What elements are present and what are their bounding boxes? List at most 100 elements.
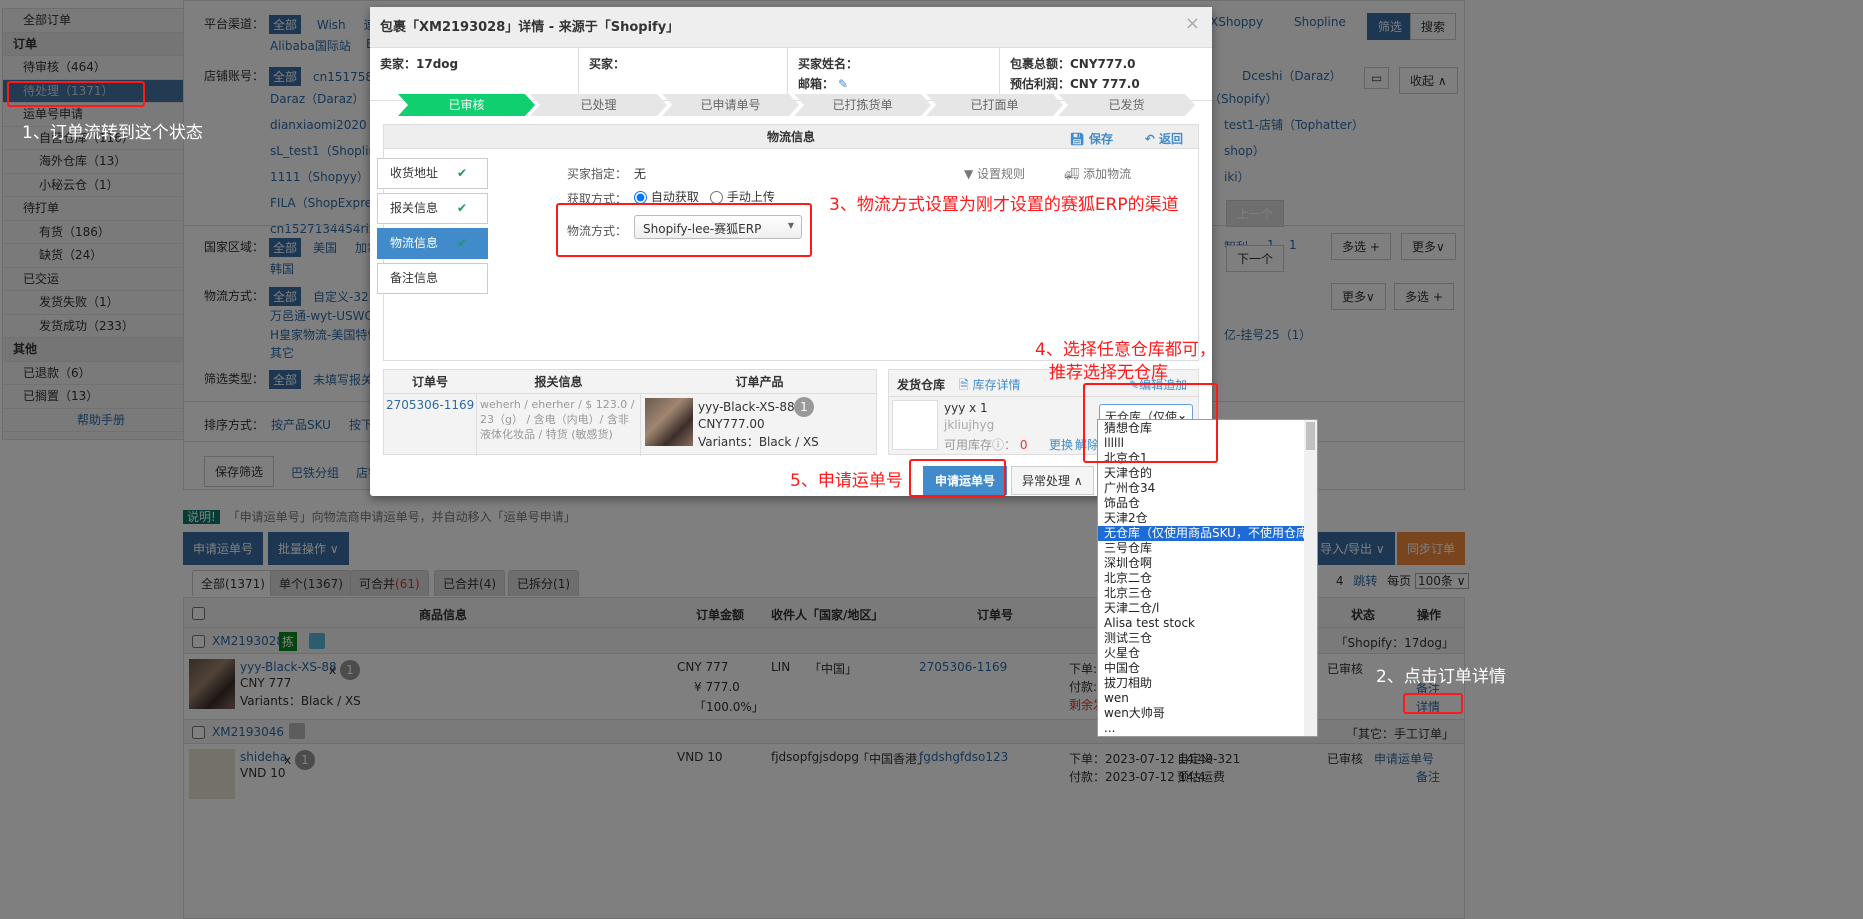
highlight-box: [556, 203, 812, 257]
product-price: CNY777.00: [698, 417, 765, 431]
stock-value: 0: [1019, 438, 1028, 452]
side-tab-0[interactable]: 收货地址 ✔: [377, 158, 488, 189]
side-tab-3[interactable]: 备注信息: [377, 263, 488, 294]
dropdown-option[interactable]: 测试三仓: [1098, 631, 1317, 646]
buyer: 买家：: [589, 57, 626, 71]
dropdown-option[interactable]: 无仓库（仅使用商品SKU，不使用仓库）: [1098, 526, 1317, 541]
document-icon: 🗎: [959, 378, 973, 392]
highlight-box: [1083, 383, 1218, 463]
col-order-no: 订单号: [384, 370, 476, 394]
side-tab-label: 报关信息: [390, 201, 439, 215]
modal-order-table: 订单号 报关信息 订单产品 2705306-1169 weherh / eher…: [383, 369, 878, 456]
stock-label: 可用库存: [944, 438, 993, 452]
buyer-name-info: 买家姓名： 邮箱： ✎: [788, 48, 1000, 101]
set-rules-button[interactable]: ▼ 设置规则: [964, 165, 1025, 182]
seller-info: 卖家：17dog: [370, 48, 579, 101]
side-tab-label: 物流信息: [390, 236, 439, 250]
modal-header: 包裹「XM2193028」详情 - 来源于「Shopify」: [370, 7, 1212, 48]
back-button[interactable]: ↶ 返回: [1145, 130, 1183, 147]
buyer-info: 买家：: [579, 48, 788, 101]
step-0: 已审核: [398, 94, 535, 116]
dropdown-option[interactable]: 天津二仓/l: [1098, 601, 1317, 616]
dropdown-option[interactable]: 饰品仓: [1098, 496, 1317, 511]
check-icon: ✔: [456, 236, 467, 250]
annotation-step-5: 5、申请运单号: [790, 471, 903, 491]
save-icon: 💾︎: [1069, 132, 1089, 146]
warehouse-sku: jkliujhyg: [944, 418, 995, 432]
exception-button[interactable]: 异常处理 ∧: [1011, 466, 1094, 495]
side-tab-label: 收货地址: [390, 166, 439, 180]
buyer-name: 买家姓名：: [798, 57, 859, 71]
manual-label: 手动上传: [726, 190, 775, 204]
col-product: 订单产品: [641, 370, 878, 394]
warehouse-item: yyy x 1: [944, 401, 988, 415]
scrollbar[interactable]: [1304, 420, 1317, 736]
back-icon: ↶: [1144, 132, 1159, 146]
add-logistics-label: 添加物流: [1083, 167, 1132, 181]
dropdown-option[interactable]: 北京二仓: [1098, 571, 1317, 586]
side-tab-2[interactable]: 物流信息 ✔: [377, 228, 488, 259]
dropdown-option[interactable]: Alisa test stock: [1098, 616, 1317, 631]
estimated-profit: 预估利润：CNY 777.0: [1010, 77, 1140, 91]
warehouse-title: 发货仓库: [897, 378, 946, 392]
product-name: yyy-Black-XS-88 x: [698, 400, 806, 414]
step-4: 已打面单: [926, 94, 1063, 116]
highlight-box: [909, 459, 1006, 497]
auto-label: 自动获取: [650, 190, 699, 204]
available-stock: 可用库存ⓘ： 0: [944, 438, 1028, 452]
dropdown-option[interactable]: ...: [1098, 721, 1317, 736]
order-no-link[interactable]: 2705306-1169: [386, 398, 474, 412]
dropdown-option[interactable]: 天津2仓: [1098, 511, 1317, 526]
edit-icon[interactable]: ✎: [838, 77, 848, 91]
check-icon: ✔: [456, 166, 467, 180]
help-icon[interactable]: ⓘ: [992, 438, 1004, 452]
side-tab-1[interactable]: 报关信息 ✔: [377, 193, 488, 224]
set-rules-label: 设置规则: [977, 167, 1026, 181]
highlight-box: [1403, 693, 1463, 714]
side-tab-label: 备注信息: [390, 271, 439, 285]
replace-link[interactable]: 更换: [1049, 436, 1073, 453]
step-3: 已打拣货单: [794, 94, 931, 116]
stock-details-label: 库存详情: [972, 378, 1021, 392]
customs-info: weherh / eherher / $ 123.0 / 23（g） / 含电（…: [476, 394, 641, 456]
step-1: 已处理: [530, 94, 667, 116]
dropdown-option[interactable]: 北京三仓: [1098, 586, 1317, 601]
annotation-step-2: 2、点击订单详情: [1376, 667, 1506, 687]
dropdown-option[interactable]: 深圳仓啊: [1098, 556, 1317, 571]
buyer-spec-value: 无: [634, 167, 647, 181]
dropdown-option[interactable]: 拔刀相助: [1098, 676, 1317, 691]
product-image: [645, 398, 693, 446]
seller: 卖家：17dog: [380, 57, 459, 71]
annotation-step-3: 3、物流方式设置为刚才设置的赛狐ERP的渠道: [829, 195, 1179, 215]
highlight-box: [7, 81, 145, 107]
dropdown-option[interactable]: wen: [1098, 691, 1317, 706]
qty-badge: 1: [794, 397, 814, 417]
dropdown-option[interactable]: wen大帅哥: [1098, 706, 1317, 721]
item-image: [892, 400, 938, 450]
product-variants: Variants：Black / XS: [698, 435, 819, 449]
stock-details-link[interactable]: 🗎 库存详情: [959, 376, 1020, 397]
close-icon[interactable]: ×: [1185, 13, 1200, 34]
add-logistics-button[interactable]: 🚚︎ 添加物流: [1064, 165, 1131, 182]
annotation-step-1: 1、订单流转到这个状态: [22, 123, 203, 143]
dropdown-option[interactable]: 火星仓: [1098, 646, 1317, 661]
buyer-spec-label: 买家指定：: [567, 167, 628, 181]
step-2: 已申请单号: [662, 94, 799, 116]
back-label: 返回: [1158, 132, 1183, 146]
save-button[interactable]: 💾︎ 保存: [1070, 130, 1113, 147]
modal-title: 包裹「XM2193028」详情 - 来源于「Shopify」: [380, 20, 680, 35]
truck-icon: 🚚︎: [1064, 167, 1084, 181]
panel-title: 物流信息: [766, 130, 815, 144]
step-5: 已发货: [1058, 94, 1195, 116]
check-icon: ✔: [456, 201, 467, 215]
email-label: 邮箱：: [798, 77, 835, 91]
dropdown-option[interactable]: 三号仓库: [1098, 541, 1317, 556]
save-label: 保存: [1088, 132, 1113, 146]
package-total-info: 包裹总额：CNY777.0 预估利润：CNY 777.0: [1000, 48, 1212, 101]
dropdown-option[interactable]: 广州仓34: [1098, 481, 1317, 496]
dropdown-option[interactable]: 中国仓: [1098, 661, 1317, 676]
col-customs: 报关信息: [476, 370, 641, 394]
package-total: 包裹总额：CNY777.0: [1010, 57, 1136, 71]
dropdown-option[interactable]: 天津仓的: [1098, 466, 1317, 481]
warehouse-dropdown[interactable]: 猜想仓库 llllll 北京仓1 天津仓的 广州仓34 饰品仓 天津2仓 无仓库（仅使用商品S…: [1097, 419, 1318, 737]
